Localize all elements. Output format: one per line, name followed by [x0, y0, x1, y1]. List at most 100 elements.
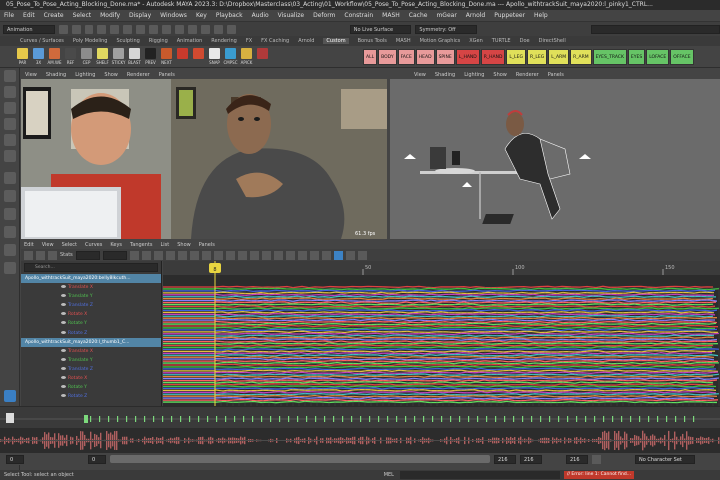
shelf-tool-ref[interactable]: REF: [64, 47, 77, 67]
graph-menu-edit[interactable]: Edit: [24, 242, 34, 248]
playhead-handle[interactable]: [6, 413, 14, 423]
viewport-left[interactable]: 61.3 fps: [21, 79, 387, 239]
outliner-channel[interactable]: Translate X: [21, 283, 161, 292]
flat-tangent-icon[interactable]: [201, 250, 211, 260]
menu-key[interactable]: Key: [196, 12, 207, 19]
select-component-icon[interactable]: [149, 24, 159, 34]
menu-create[interactable]: Create: [44, 12, 64, 19]
graph-menu-tangents[interactable]: Tangents: [130, 242, 152, 248]
outliner-node[interactable]: Apollo_withtrackSuit_maya2020:l_thumb1_C…: [21, 337, 161, 347]
shelf-tab-curves-surfaces[interactable]: Curves / Surfaces: [20, 38, 64, 44]
unify-tangent-icon[interactable]: [249, 250, 259, 260]
graph-layout-icon[interactable]: [4, 262, 16, 274]
shelf-tab-mash[interactable]: MASH: [396, 38, 411, 44]
picker-face[interactable]: FACE: [397, 48, 415, 65]
outliner-channel[interactable]: Translate Z: [21, 365, 161, 374]
denormalize-icon[interactable]: [321, 250, 331, 260]
viewport-left-menu-show[interactable]: Show: [104, 72, 118, 78]
key-icon[interactable]: [592, 454, 601, 464]
eye-icon[interactable]: [61, 303, 66, 307]
eye-icon[interactable]: [61, 321, 66, 325]
menu-constrain[interactable]: Constrain: [344, 12, 373, 19]
time-slider-track[interactable]: [0, 407, 720, 429]
trax-icon[interactable]: [357, 250, 367, 260]
command-field[interactable]: [590, 24, 720, 34]
shelf-tool-par[interactable]: PAR: [16, 47, 29, 67]
anim-end-field[interactable]: 216: [566, 454, 588, 464]
viewport-left-menu-panels[interactable]: Panels: [159, 72, 175, 78]
viewport-right-menu-show[interactable]: Show: [493, 72, 507, 78]
menu-edit[interactable]: Edit: [23, 12, 35, 19]
menu-deform[interactable]: Deform: [313, 12, 335, 19]
select-object-icon[interactable]: [136, 24, 146, 34]
menu-arnold[interactable]: Arnold: [466, 12, 485, 19]
command-line-input[interactable]: [399, 471, 560, 479]
shelf-tab-poly-modeling[interactable]: Poly Modeling: [73, 38, 108, 44]
menu-playback[interactable]: Playback: [216, 12, 243, 19]
picker-l-hand[interactable]: L_HAND: [455, 48, 480, 65]
shelf-tab-animation[interactable]: Animation: [177, 38, 203, 44]
shelf-tab-fx[interactable]: FX: [246, 38, 252, 44]
shelf-tool-3x[interactable]: 3X: [32, 47, 45, 67]
clamped-tangent-icon[interactable]: [177, 250, 187, 260]
viewport-right[interactable]: [390, 79, 720, 239]
shelf-tool-am-we[interactable]: AM.WE: [48, 47, 61, 67]
outliner-channel[interactable]: Translate Y: [21, 356, 161, 365]
outliner-search-input[interactable]: Search...: [24, 263, 158, 272]
outliner-channel[interactable]: Translate X: [21, 347, 161, 356]
outliner-channel[interactable]: Rotate Z: [21, 329, 161, 338]
menu-audio[interactable]: Audio: [252, 12, 269, 19]
symmetry-dropdown[interactable]: Symmetry: Off: [415, 24, 477, 34]
undo-icon[interactable]: [97, 24, 107, 34]
move-tool-icon[interactable]: [4, 118, 16, 130]
snap-curve-icon[interactable]: [175, 24, 185, 34]
shelf-tab-custom[interactable]: Custom: [323, 38, 349, 44]
picker-l-leg[interactable]: L_LEG: [506, 48, 527, 65]
anim-curve[interactable]: [163, 390, 717, 394]
picker-r-leg[interactable]: R_LEG: [527, 48, 548, 65]
swap-buffer-icon[interactable]: [297, 250, 307, 260]
shelf-tab-doe[interactable]: Doe: [520, 38, 530, 44]
eye-icon[interactable]: [61, 330, 66, 334]
frame-all-icon[interactable]: [129, 250, 139, 260]
picker-eyes[interactable]: EYES: [627, 48, 646, 65]
side-layout-icon[interactable]: [4, 208, 16, 220]
eye-icon[interactable]: [61, 294, 66, 298]
graph-menu-panels[interactable]: Panels: [199, 242, 215, 248]
select-tool-icon[interactable]: [4, 70, 16, 82]
mel-label[interactable]: MEL: [384, 472, 394, 478]
picker-body[interactable]: BODY: [378, 48, 397, 65]
eye-icon[interactable]: [61, 394, 66, 398]
end-frame-field[interactable]: 216: [520, 454, 542, 464]
viewport-left-menu-renderer[interactable]: Renderer: [127, 72, 150, 78]
menu-select[interactable]: Select: [73, 12, 92, 19]
outliner-node[interactable]: Apollo_withtrackSuit_maya2020:belly8Ikcu…: [21, 274, 161, 284]
snap-grid-icon[interactable]: [162, 24, 172, 34]
eye-icon[interactable]: [61, 312, 66, 316]
picker-spine[interactable]: SPINE: [435, 48, 455, 65]
viewport-right-menu-view[interactable]: View: [414, 72, 426, 78]
shelf-tool-script-11[interactable]: [192, 47, 205, 67]
outliner-channel[interactable]: Rotate Y: [21, 319, 161, 328]
curve-area[interactable]: 050100150 8: [163, 261, 720, 406]
graph-menu-view[interactable]: View: [42, 242, 54, 248]
rotate-tool-icon[interactable]: [4, 134, 16, 146]
shelf-tool-blast[interactable]: BLAST: [128, 47, 141, 67]
lattice-icon[interactable]: [48, 250, 57, 260]
eye-icon[interactable]: [61, 376, 66, 380]
buffer-curve-icon[interactable]: [285, 250, 295, 260]
menu-display[interactable]: Display: [129, 12, 151, 19]
shelf-tab-motion-graphics[interactable]: Motion Graphics: [420, 38, 461, 44]
range-end-field[interactable]: 216: [494, 454, 516, 464]
shelf-tool-cep[interactable]: CEP: [80, 47, 93, 67]
save-icon[interactable]: [84, 24, 94, 34]
graph-menu-curves[interactable]: Curves: [85, 242, 102, 248]
shelf-tab-sculpting[interactable]: Sculpting: [116, 38, 139, 44]
eye-icon[interactable]: [61, 366, 66, 370]
picker-offace[interactable]: OFFACE: [670, 48, 694, 65]
viewport-right-menu-renderer[interactable]: Renderer: [516, 72, 539, 78]
viewport-left-menu-view[interactable]: View: [25, 72, 37, 78]
start-frame-field[interactable]: 0: [6, 454, 24, 464]
graph-menu-keys[interactable]: Keys: [110, 242, 122, 248]
picker-eyes-track[interactable]: EYES_TRACK: [592, 48, 627, 65]
